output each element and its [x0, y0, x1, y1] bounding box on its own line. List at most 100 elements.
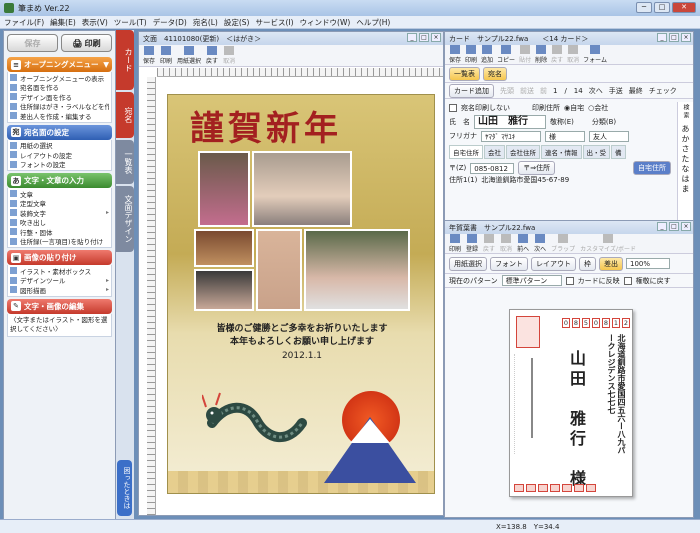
paste-address-item[interactable]: 住所録(一言項目)を貼り付け	[10, 237, 109, 246]
dragon-illustration[interactable]	[202, 383, 312, 463]
nav-last[interactable]: 最終	[629, 86, 643, 96]
tab-home-address[interactable]: 自宅住所	[449, 145, 483, 159]
paper-select-button[interactable]: 用紙選択	[449, 256, 487, 271]
close-button[interactable]: ×	[681, 33, 691, 42]
text-item[interactable]: 文章	[10, 189, 109, 199]
card-title[interactable]: 謹賀新年	[190, 101, 342, 150]
postcard-recipient-name[interactable]: 山田 雅行 様	[564, 350, 588, 490]
tab-company[interactable]: 会社	[484, 145, 505, 159]
card-add-button[interactable]: 追加	[481, 45, 493, 64]
menu-view[interactable]: 表示(V)	[82, 17, 108, 28]
doc-cancel-button[interactable]: 取消	[223, 46, 235, 65]
minimize-button[interactable]: _	[407, 33, 417, 42]
nenga-next-button[interactable]: 次へ	[534, 234, 546, 253]
minimize-button[interactable]: _	[657, 33, 667, 42]
shape-draw-item[interactable]: 図形描画 ▸	[10, 285, 109, 295]
card-copy-button[interactable]: コピー	[497, 45, 515, 64]
close-button[interactable]: ✕	[672, 2, 696, 13]
menu-data[interactable]: データ(D)	[153, 17, 187, 28]
name-field[interactable]: 山田 雅行	[474, 115, 546, 129]
nenga-prev-button[interactable]: 前へ	[517, 234, 529, 253]
speech-bubble-item[interactable]: 吹き出し	[10, 218, 109, 227]
menu-tools[interactable]: ツール(T)	[114, 17, 147, 28]
section-text-header[interactable]: あ文字・文章の入力	[7, 173, 112, 188]
nenga-cancel-button[interactable]: 取消	[500, 234, 512, 253]
layout-button[interactable]: レイアウト	[531, 256, 576, 271]
home-address-button[interactable]: 自宅住所	[633, 161, 671, 175]
postcard-address[interactable]: 北海道釧路市愛国四五六ー八九パークレジデンス七七七	[606, 334, 626, 454]
card-print-button[interactable]: 印刷	[465, 45, 477, 64]
card-save-button[interactable]: 保存	[449, 45, 461, 64]
minimize-button[interactable]: _	[657, 222, 667, 231]
radio-home[interactable]: ◉自宅	[564, 103, 584, 113]
photo-6[interactable]	[194, 269, 254, 311]
zip-to-address-button[interactable]: 〒⇒住所	[518, 161, 556, 175]
tab-address[interactable]: 宛名	[116, 92, 134, 138]
close-button[interactable]: ×	[681, 222, 691, 231]
new-year-card[interactable]: 謹賀新年 皆様のご健勝とご多幸をお祈りいたします 本年もよろしくお願い申し上げま…	[167, 94, 435, 494]
card-undo-button[interactable]: 戻す	[551, 45, 563, 64]
make-labels[interactable]: 住所録はがき・ラベルなどを作る	[10, 102, 109, 111]
close-button[interactable]: ×	[431, 33, 441, 42]
address-view-button[interactable]: 宛名	[483, 66, 507, 81]
tab-list[interactable]: 一覧表	[116, 140, 134, 184]
address1-field[interactable]: 北海道釧路市愛国45-67-89	[481, 175, 569, 185]
save-button[interactable]: 保存	[7, 34, 58, 52]
radio-company[interactable]: ○会社	[588, 103, 608, 113]
maximize-button[interactable]: □	[669, 33, 679, 42]
edit-sender[interactable]: 差出人を作成・編集する	[10, 111, 109, 121]
card-message[interactable]: 皆様のご健勝とご多幸をお祈りいたします 本年もよろしくお願い申し上げます	[178, 323, 426, 349]
kana-index[interactable]: 検索 あかさたなはま	[677, 102, 693, 220]
doc-paper-button[interactable]: 用紙選択	[177, 46, 201, 65]
check-button[interactable]: チェック	[649, 86, 677, 96]
postcard-preview[interactable]: 0 8 5 0 8 1 2 北海道釧路市愛国四五六ー八九パークレジデンス七七七 …	[509, 309, 633, 497]
kana-letters[interactable]: あかさたなはま	[681, 125, 690, 195]
photo-collage[interactable]	[194, 151, 410, 311]
photo-1[interactable]	[198, 151, 250, 227]
honorific-select[interactable]: 様	[545, 130, 585, 142]
postcard-sender-area[interactable]	[514, 354, 546, 454]
nav-next-page[interactable]: 手送	[609, 86, 623, 96]
menu-address[interactable]: 宛名(L)	[193, 17, 218, 28]
photo-5[interactable]	[304, 229, 410, 311]
card-message-line-2[interactable]: 本年もよろしくお願い申し上げます	[178, 336, 426, 349]
doc-print-button[interactable]: 印刷	[160, 46, 172, 65]
list-view-button[interactable]: 一覧表	[449, 66, 480, 81]
menu-help[interactable]: ヘルプ(H)	[356, 17, 390, 28]
photo-2[interactable]	[252, 151, 352, 227]
decorative-text-item[interactable]: 装飾文字 ▸	[10, 208, 109, 218]
menu-file[interactable]: ファイル(F)	[4, 17, 44, 28]
illustration-box-item[interactable]: イラスト・素材ボックス	[10, 266, 109, 276]
card-cancel-button[interactable]: 取消	[567, 45, 579, 64]
pattern-select[interactable]: 標準パターン	[501, 275, 562, 286]
doc-save-button[interactable]: 保存	[143, 46, 155, 65]
design-tool-item[interactable]: デザインツール ▸	[10, 276, 109, 285]
furigana-field[interactable]: ﾔﾏﾀﾞ ﾏｻﾕｷ	[481, 130, 541, 142]
nav-prev[interactable]: 前	[540, 86, 547, 96]
frame-button[interactable]: 枠	[579, 256, 596, 271]
photo-4[interactable]	[256, 229, 302, 311]
card-delete-button[interactable]: 削除	[535, 45, 547, 64]
nenga-register-button[interactable]: 登録	[466, 234, 478, 253]
nenga-print-button[interactable]: 印刷	[449, 234, 461, 253]
make-design-side[interactable]: デザイン面を作る	[10, 92, 109, 102]
minimize-button[interactable]: ─	[636, 2, 652, 13]
no-print-checkbox[interactable]	[449, 104, 457, 112]
line-item[interactable]: 行整・固体	[10, 227, 109, 237]
maximize-button[interactable]: □	[419, 33, 429, 42]
opening-menu-show[interactable]: オープニングメニューの表示	[10, 73, 109, 83]
card-paste-button[interactable]: 貼付	[519, 45, 531, 64]
nenga-undo-button[interactable]: 戻す	[483, 234, 495, 253]
card-form-button[interactable]: フォーム	[583, 45, 607, 64]
tab-notes[interactable]: 備	[611, 145, 626, 159]
tab-company-address[interactable]: 会社住所	[506, 145, 540, 159]
cross-ref-checkbox[interactable]	[623, 276, 632, 285]
font-settings[interactable]: フォントの設定	[10, 160, 109, 169]
nenga-flap-button[interactable]: ブラップ	[551, 234, 575, 253]
font-button[interactable]: フォント	[490, 256, 528, 271]
menu-edit[interactable]: 編集(E)	[50, 17, 76, 28]
make-address-side[interactable]: 宛名面を作る	[10, 83, 109, 92]
section-opening-header[interactable]: ≡ オープニングメニュー ▼	[7, 57, 112, 72]
help-tab[interactable]: 困ったときは	[117, 460, 132, 516]
photo-3[interactable]	[194, 229, 254, 267]
